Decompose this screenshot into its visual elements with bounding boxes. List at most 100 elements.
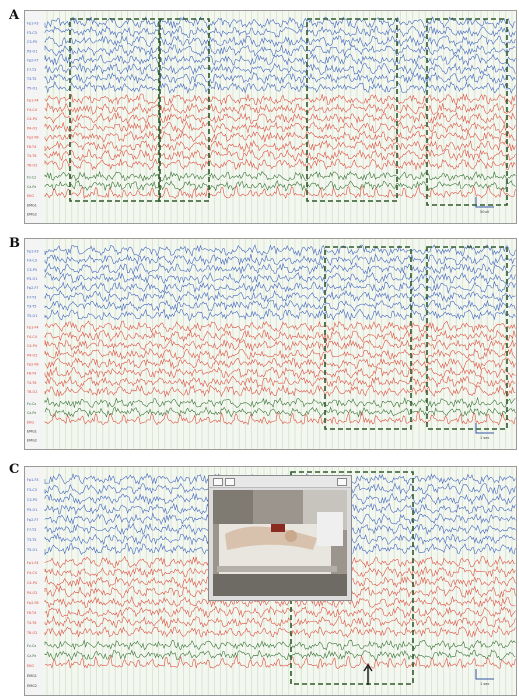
eeg-trace — [44, 44, 516, 57]
channel-label: P4-O2 — [27, 353, 37, 357]
channel-label: P3-O1 — [27, 508, 37, 512]
channel-label: F4-C4 — [27, 571, 37, 575]
video-frame — [208, 475, 352, 601]
eeg-trace — [44, 34, 516, 48]
patient-bed-photo — [213, 490, 347, 596]
channel-label: P3-O1 — [27, 277, 37, 281]
eeg-trace — [44, 615, 516, 629]
video-control-button[interactable] — [225, 478, 235, 486]
channel-label: Fp2-F8 — [27, 362, 39, 366]
channel-label: T6-O2 — [26, 631, 37, 635]
eeg-trace — [44, 366, 516, 379]
channel-label: Cz-Pz — [27, 185, 36, 189]
channel-label: Fp2-F7 — [27, 59, 39, 63]
channel-label: EMG1 — [27, 203, 37, 207]
channel-label: Fp2-F8 — [27, 136, 39, 140]
eeg-trace — [44, 299, 516, 312]
channel-label: Fp1-F3 — [27, 250, 39, 254]
eeg-trace — [44, 253, 516, 266]
channel-label: T5-O1 — [26, 314, 37, 318]
eeg-trace — [44, 338, 516, 352]
scale-bar-label: 1 sec — [480, 682, 490, 686]
eeg-trace — [44, 139, 516, 153]
eeg-trace — [44, 158, 516, 171]
eeg-trace — [44, 308, 516, 321]
panel-b: Fp1-F3 F3-C3 C3-P3 P3-O1 Fp2-F7 F7-T3 T3-T5 T5-… — [24, 238, 517, 450]
channel-label: Cz-Pz — [27, 654, 36, 658]
eeg-trace — [44, 185, 516, 199]
eeg-trace — [44, 625, 516, 639]
eeg-trace — [44, 396, 516, 409]
channel-label: T4-T6 — [26, 621, 36, 625]
channel-label: Fz-Cz — [27, 175, 36, 179]
eeg-trace — [44, 347, 516, 361]
channel-label: Fp1-F3 — [27, 478, 39, 482]
eeg-trace — [44, 53, 516, 67]
channel-label: Fp1-F4 — [27, 99, 39, 103]
channel-label: Cz-Pz — [27, 411, 36, 415]
channel-label: Fp2-F7 — [27, 286, 39, 290]
eeg-trace — [44, 93, 516, 106]
channel-label: Fp2-F8 — [27, 601, 39, 605]
eeg-trace — [44, 280, 516, 294]
eeg-trace — [44, 384, 516, 398]
eeg-trace — [44, 102, 516, 115]
eeg-trace — [44, 649, 516, 661]
channel-label: EKG — [27, 194, 34, 198]
eeg-trace — [44, 605, 516, 619]
channel-label: P4-O2 — [27, 591, 37, 595]
channel-label: T6-O2 — [26, 390, 37, 394]
eeg-trace — [44, 72, 516, 85]
highlight-box — [426, 18, 508, 206]
channel-label: F4-C4 — [27, 108, 37, 112]
scale-bar-label: 50uV — [480, 210, 490, 214]
channel-label: P3-O1 — [27, 49, 37, 53]
channel-label: F3-C3 — [27, 259, 37, 263]
eeg-trace — [44, 655, 516, 670]
channel-label: EMG2 — [27, 439, 37, 443]
close-icon[interactable] — [337, 478, 347, 486]
eeg-trace — [44, 290, 516, 304]
channel-label: F7-T3 — [27, 68, 36, 72]
channel-label: Fp1-F3 — [27, 22, 39, 26]
arrow-icon — [363, 663, 373, 685]
channel-label: F8-T4 — [27, 145, 36, 149]
eeg-trace — [44, 25, 516, 39]
channel-label: C3-P3 — [27, 498, 37, 502]
panel-a: Fp1-F3 F3-C3 C3-P3 P3-O1 Fp2-F7 F7-T3 T3-T5 T5-… — [24, 10, 517, 224]
channel-label: F3-C3 — [27, 488, 37, 492]
eeg-trace — [44, 357, 516, 370]
channel-label: Fp1-F4 — [27, 326, 39, 330]
channel-label: C4-P4 — [27, 117, 37, 121]
channel-label: EKG — [27, 664, 34, 668]
channel-label: EMG2 — [27, 213, 37, 217]
channel-label: EMG1 — [27, 674, 37, 678]
channel-label: C4-P4 — [27, 581, 37, 585]
eeg-trace — [44, 121, 516, 134]
channel-label: C4-P4 — [27, 344, 37, 348]
channel-label: F4-C4 — [27, 335, 37, 339]
eeg-trace — [44, 130, 516, 143]
channel-label: Fz-Cz — [27, 402, 36, 406]
video-control-button[interactable] — [213, 478, 223, 486]
channel-label: F7-T3 — [27, 295, 36, 299]
scale-bar — [475, 423, 494, 434]
highlight-box — [324, 246, 412, 430]
panel-c: Fp1-F3 F3-C3 C3-P3 P3-O1 Fp2-F7 F7-T3 T3-T5 T5-… — [24, 466, 517, 696]
eeg-trace — [44, 320, 516, 333]
channel-label: C3-P3 — [27, 268, 37, 272]
channel-label: F3-C3 — [27, 31, 37, 35]
channel-label: T3-T5 — [26, 77, 36, 81]
eeg-trace — [44, 406, 516, 418]
eeg-trace — [44, 271, 516, 285]
channel-label: T5-O1 — [26, 548, 37, 552]
scale-bar-label: 1 sec — [480, 436, 490, 440]
channel-label: EMG2 — [27, 684, 37, 688]
eeg-trace — [44, 148, 516, 162]
channel-label: T4-T6 — [26, 154, 36, 158]
channel-label: EMG1 — [27, 429, 37, 433]
channel-label: Fp1-F4 — [27, 561, 39, 565]
eeg-trace — [44, 262, 516, 276]
channel-label: EKG — [27, 420, 34, 424]
panel-b-letter: B — [9, 236, 20, 251]
